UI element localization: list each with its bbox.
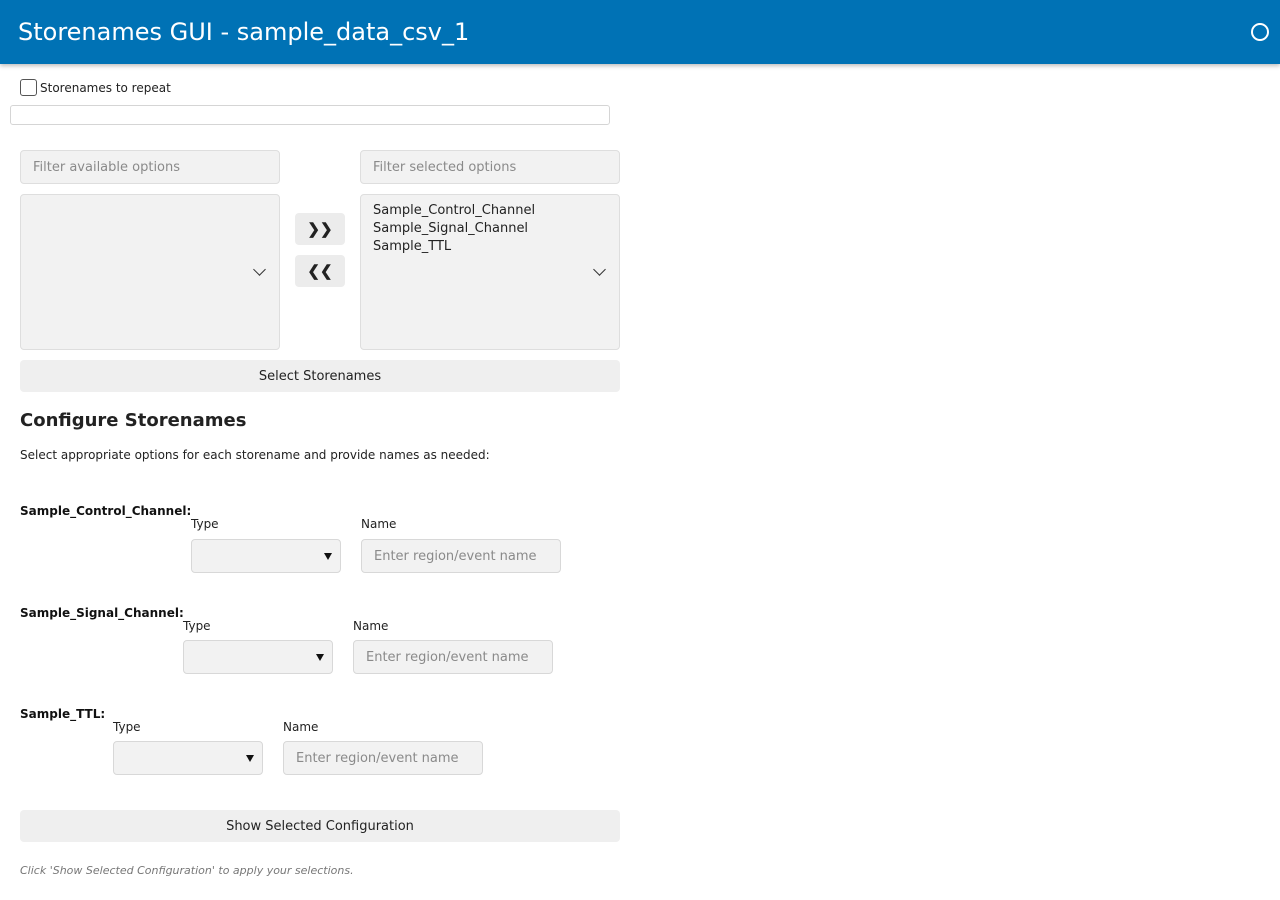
chevron-down-icon (593, 263, 606, 276)
list-item[interactable]: Sample_Signal_Channel (373, 220, 535, 238)
app-title: Storenames GUI - sample_data_csv_1 (18, 18, 470, 46)
move-right-button[interactable]: ❯❯ (295, 213, 345, 245)
type-select[interactable] (183, 640, 333, 674)
busy-indicator-icon (1251, 23, 1269, 41)
repeat-storenames-checkbox[interactable] (20, 79, 37, 96)
dropdown-arrow-icon (246, 755, 254, 762)
type-label: Type (113, 720, 141, 734)
selected-options-list[interactable]: Sample_Control_Channel Sample_Signal_Chan… (360, 194, 620, 350)
move-left-button[interactable]: ❮❮ (295, 255, 345, 287)
name-input[interactable] (283, 741, 483, 775)
configure-description: Select appropriate options for each stor… (20, 448, 490, 462)
dropdown-arrow-icon (316, 654, 324, 661)
available-options-list[interactable] (20, 194, 280, 350)
selected-items: Sample_Control_Channel Sample_Signal_Chan… (373, 202, 535, 256)
list-item[interactable]: Sample_TTL (373, 238, 535, 256)
repeat-storenames-input[interactable] (10, 105, 610, 125)
double-chevron-left-icon: ❮❮ (307, 263, 333, 280)
name-label: Name (283, 720, 319, 734)
repeat-storenames-label: Storenames to repeat (40, 81, 171, 95)
name-input[interactable] (353, 640, 553, 674)
footer-note: Click 'Show Selected Configuration' to a… (20, 864, 354, 877)
name-input[interactable] (361, 539, 561, 573)
configure-title: Configure Storenames (20, 410, 247, 431)
filter-selected-input[interactable] (360, 150, 620, 184)
storename-label: Sample_Control_Channel: (20, 504, 192, 518)
storename-label: Sample_Signal_Channel: (20, 606, 184, 620)
name-label: Name (353, 619, 389, 633)
type-select[interactable] (191, 539, 341, 573)
type-label: Type (183, 619, 211, 633)
filter-available-input[interactable] (20, 150, 280, 184)
name-label: Name (361, 517, 397, 531)
double-chevron-right-icon: ❯❯ (307, 221, 333, 238)
app-header: Storenames GUI - sample_data_csv_1 (0, 0, 1280, 64)
show-configuration-button[interactable]: Show Selected Configuration (20, 810, 620, 842)
dropdown-arrow-icon (324, 553, 332, 560)
select-storenames-button[interactable]: Select Storenames (20, 360, 620, 392)
type-label: Type (191, 517, 219, 531)
list-item[interactable]: Sample_Control_Channel (373, 202, 535, 220)
type-select[interactable] (113, 741, 263, 775)
chevron-down-icon (253, 263, 266, 276)
storename-label: Sample_TTL: (20, 707, 106, 721)
